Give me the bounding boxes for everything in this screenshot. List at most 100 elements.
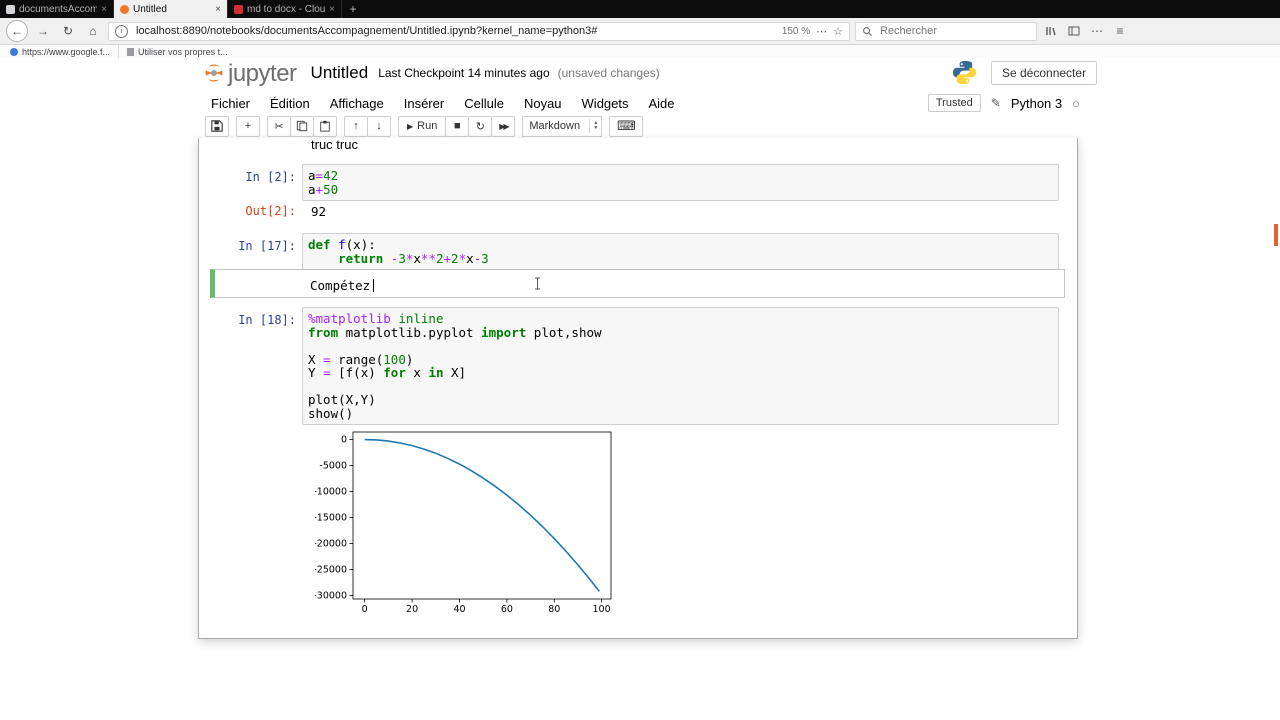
tab-title: Untitled [133, 3, 167, 15]
cell-type-select[interactable]: Markdown ▲ ▼ [522, 115, 603, 137]
ibeam-cursor [534, 277, 541, 295]
input-prompt: In [17]: [238, 239, 296, 253]
bookmark-label: Utiliser vos propres t... [138, 46, 228, 57]
overflow-icon[interactable]: ⋯ [1088, 23, 1106, 39]
home-icon[interactable]: ⌂ [83, 21, 103, 41]
svg-text:-20000: -20000 [315, 539, 347, 550]
browser-tab-cloudconvert[interactable]: md to docx - CloudConv... × [228, 0, 342, 18]
menu-right: Trusted ✎ Python 3 ○ [927, 94, 1080, 112]
menu-widgets[interactable]: Widgets [572, 96, 639, 111]
input-prompt: In [18]: [238, 313, 296, 327]
page-actions-icon[interactable]: ⋯ [816, 25, 827, 38]
paste-cell-button[interactable] [313, 115, 337, 137]
command-palette-button[interactable]: ⌨ [609, 115, 644, 137]
code-cell-in18: In [18]: %matplotlib inline from matplot… [199, 307, 1077, 425]
scrollbar-marker[interactable] [1274, 224, 1278, 246]
output-value: 92 [311, 204, 327, 219]
menu-edition[interactable]: Édition [260, 96, 320, 111]
move-cell-up-button[interactable]: ↑ [344, 115, 368, 137]
fast-forward-icon: ▶▶ [499, 121, 509, 131]
tab-title: documentsAccompagn... [19, 3, 98, 15]
svg-text:80: 80 [548, 604, 560, 615]
menu-affichage[interactable]: Affichage [320, 96, 394, 111]
reload-icon[interactable]: ↻ [58, 21, 78, 41]
menu-aide[interactable]: Aide [639, 96, 685, 111]
jupyter-logo[interactable]: jupyter [203, 60, 297, 87]
menu-icon[interactable]: ≡ [1111, 23, 1129, 39]
code-line: a=42 [308, 168, 339, 183]
tab-close-icon[interactable]: × [329, 4, 335, 15]
menu-noyau[interactable]: Noyau [514, 96, 572, 111]
restart-run-all-button[interactable]: ▶▶ [491, 115, 516, 137]
output-cell-out2: Out[2]: 92 [199, 204, 1077, 219]
text-caret [373, 279, 375, 292]
library-icon[interactable] [1042, 23, 1060, 39]
sidebar-icon[interactable] [1065, 23, 1083, 39]
select-arrows-icon: ▲ ▼ [589, 119, 599, 133]
bookmarks-bar: https://www.google.f... Utiliser vos pro… [0, 45, 1280, 59]
forward-icon[interactable]: → [33, 21, 53, 41]
code-input-area[interactable]: def f(x): return -3*x**2+2*x-3 [302, 233, 1059, 270]
tab-close-icon[interactable]: × [101, 4, 107, 15]
markdown-edit-text: Compétez [310, 278, 371, 293]
restart-kernel-button[interactable]: ↻ [468, 115, 493, 137]
browser-tab-untitled[interactable]: Untitled × [114, 0, 228, 18]
trusted-badge[interactable]: Trusted [927, 94, 981, 112]
code-line: a+50 [308, 181, 339, 197]
bookmark-google[interactable]: https://www.google.f... [8, 45, 120, 58]
menu-cellule[interactable]: Cellule [454, 96, 514, 111]
menu-inserer[interactable]: Insérer [394, 96, 454, 111]
markdown-cell-clipped[interactable]: truc truc [311, 138, 358, 152]
play-icon: ▶ [407, 121, 414, 131]
notebook-title[interactable]: Untitled [311, 63, 369, 83]
site-info-icon[interactable]: i [115, 24, 128, 38]
jupyter-app: jupyter Untitled Last Checkpoint 14 minu… [0, 58, 1280, 720]
menu-bar: Fichier Édition Affichage Insérer Cellul… [205, 91, 1080, 115]
code-input-area[interactable]: %matplotlib inline from matplotlib.pyplo… [302, 307, 1059, 425]
logout-button[interactable]: Se déconnecter [991, 60, 1098, 85]
copy-icon [296, 120, 308, 132]
copy-cell-button[interactable] [290, 115, 314, 137]
code-line: def f(x): [308, 237, 376, 252]
svg-text:-10000: -10000 [315, 487, 347, 498]
menu-fichier[interactable]: Fichier [205, 96, 260, 111]
browser-tab-bar: documentsAccompagn... × Untitled × md to… [0, 0, 1280, 18]
search-bar[interactable] [855, 21, 1037, 41]
cloudconvert-favicon-icon [234, 4, 243, 14]
matplotlib-figure: 0 20 40 60 80 100 0 -5000 -10000 -15000 -20000 -250… [313, 430, 615, 621]
edit-mode-icon: ✎ [990, 96, 1001, 110]
zoom-level[interactable]: 150 % [782, 26, 810, 37]
jupyter-logo-icon [205, 64, 223, 82]
back-icon[interactable]: ← [6, 20, 28, 42]
kernel-name: Python 3 [1010, 95, 1063, 111]
svg-text:60: 60 [501, 604, 513, 615]
run-button[interactable]: ▶ Run [398, 115, 447, 137]
kernel-status-icon: ○ [1072, 95, 1080, 111]
unsaved-status: (unsaved changes) [557, 66, 660, 80]
page-favicon-icon [6, 4, 15, 14]
interrupt-kernel-button[interactable]: ■ [445, 115, 470, 137]
search-icon [863, 26, 873, 36]
checkpoint-status: Last Checkpoint 14 minutes ago [378, 66, 550, 80]
browser-tab-documents[interactable]: documentsAccompagn... × [0, 0, 114, 18]
output-prompt: Out[2]: [245, 204, 296, 218]
jupyter-logo-text: jupyter [228, 60, 297, 87]
tab-close-icon[interactable]: × [215, 4, 221, 15]
move-cell-down-button[interactable]: ↓ [367, 115, 391, 137]
markdown-cell-editing[interactable]: Compétez [210, 269, 1065, 298]
search-input[interactable] [878, 24, 1030, 38]
add-cell-button[interactable]: + [236, 115, 260, 137]
url-input[interactable] [134, 24, 776, 38]
svg-text:0: 0 [362, 604, 368, 615]
save-button[interactable] [205, 115, 229, 137]
code-input-area[interactable]: a=42 a+50 [302, 164, 1059, 201]
document-icon [127, 47, 135, 56]
bookmark-star-icon[interactable]: ☆ [833, 25, 843, 38]
cut-cell-button[interactable]: ✂ [267, 115, 291, 137]
url-bar[interactable]: i 150 % ⋯ ☆ [108, 21, 850, 41]
bookmark-custom[interactable]: Utiliser vos propres t... [119, 45, 236, 58]
new-tab-button[interactable]: + [342, 0, 364, 18]
notebook-header: jupyter Untitled Last Checkpoint 14 minu… [203, 58, 660, 88]
